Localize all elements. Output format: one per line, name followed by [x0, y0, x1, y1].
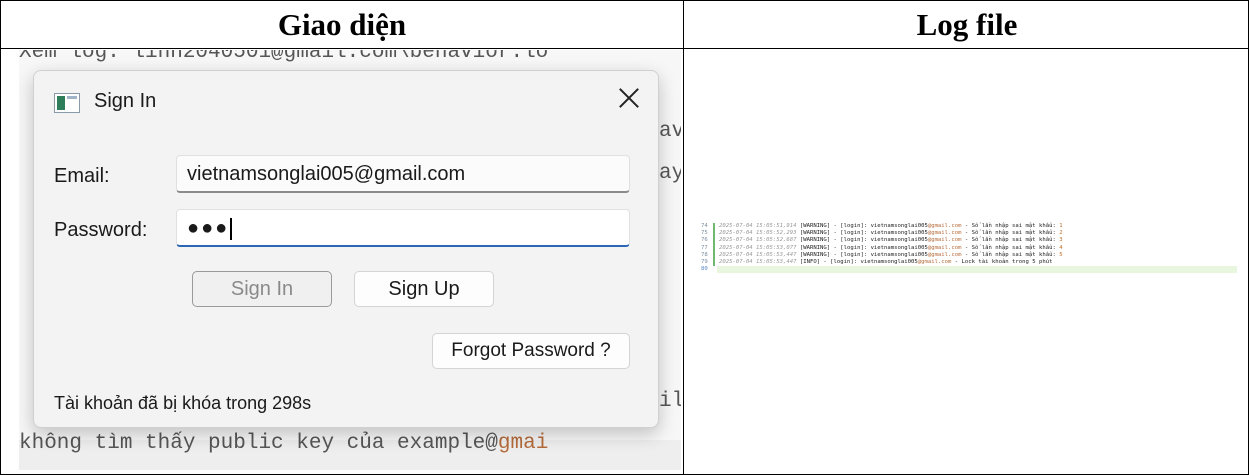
password-label: Password:: [54, 219, 148, 241]
log-line: 79 2025-07-04 15:05:53,447 [INFO] - [logi…: [701, 258, 1236, 267]
log-source: - [login]: vietnamsonglai005: [820, 258, 918, 265]
column-divider: [683, 1, 684, 475]
lock-status-text: Tài khoản đã bị khóa trong 298s: [54, 393, 312, 413]
log-line: 76 2025-07-04 15:05:52,687 [WARNING] - [l…: [701, 237, 1236, 245]
line-number: 77: [701, 244, 708, 251]
log-source: - [login]: vietnamsonglai005: [830, 251, 928, 258]
background-console-line: Xem log: linh2040501@gmail.com\behavior.…: [19, 50, 549, 64]
dialog-title: Sign In: [94, 90, 157, 112]
log-line: 77 2025-07-04 15:05:53,077 [WARNING] - [l…: [701, 244, 1236, 252]
email-value: vietnamsonglai005@gmail.com: [187, 163, 466, 185]
background-fragment: av: [659, 120, 681, 143]
document-table: Giao diện Log file Xem log: linh2040501@…: [0, 0, 1249, 475]
log-timestamp: 2025-07-04 15:05:51,914: [719, 223, 797, 229]
log-timestamp: 2025-07-04 15:05:53,447: [719, 251, 797, 258]
log-count: 4: [1059, 244, 1063, 251]
sign-in-button[interactable]: Sign In: [192, 271, 332, 307]
log-message: - Số lần nhập sai mật khẩu:: [961, 244, 1060, 251]
log-level: [WARNING]: [799, 244, 831, 251]
line-number: 75: [701, 230, 708, 237]
line-number: 80: [701, 266, 708, 273]
log-count: 3: [1059, 237, 1063, 244]
log-source: - [login]: vietnamsonglai005: [830, 230, 928, 237]
background-console-line: không tìm thấy public key của example@gm…: [19, 432, 548, 455]
log-count: 5: [1059, 251, 1063, 258]
log-level: [WARNING]: [799, 237, 831, 244]
email-label: Email:: [54, 165, 110, 187]
log-file-view: 74 2025-07-04 15:05:51,914 [WARNING] - [l…: [701, 223, 1237, 274]
app-window-icon: [54, 93, 80, 113]
dialog-titlebar[interactable]: Sign In: [34, 71, 658, 135]
sign-in-dialog: Sign In Email: vietnamsonglai005@gmail.c…: [33, 70, 659, 428]
log-count: 2: [1059, 230, 1063, 237]
log-timestamp: 2025-07-04 15:05:53,447: [719, 258, 797, 265]
log-line: 78 2025-07-04 15:05:53,447 [WARNING] - [l…: [701, 251, 1236, 259]
log-level: [WARNING]: [799, 223, 831, 229]
email-field[interactable]: vietnamsonglai005@gmail.com: [176, 155, 630, 193]
log-count: 1: [1059, 223, 1063, 229]
log-message: - Số lần nhập sai mật khẩu:: [961, 230, 1060, 237]
line-number: 76: [701, 237, 708, 244]
log-level: [INFO]: [799, 258, 821, 265]
table-header-row: Giao diện Log file: [1, 1, 1249, 49]
log-timestamp: 2025-07-04 15:05:52,687: [719, 237, 797, 244]
log-level: [WARNING]: [799, 251, 831, 258]
background-text: không tìm thấy public key của example@: [19, 432, 498, 455]
log-source: - [login]: vietnamsonglai005: [830, 223, 928, 229]
log-mail: @gmail.com: [917, 258, 952, 265]
log-message: - Số lần nhập sai mật khẩu:: [961, 251, 1060, 258]
log-mail: @gmail.com: [927, 223, 962, 229]
line-number: 79: [701, 258, 708, 265]
log-mail: @gmail.com: [927, 237, 962, 244]
password-value: ●●●: [187, 217, 230, 239]
background-text-tail: gmai: [497, 432, 549, 455]
text-caret: [230, 217, 233, 240]
line-number: 74: [701, 223, 708, 229]
log-source: - [login]: vietnamsonglai005: [830, 237, 928, 244]
log-timestamp: 2025-07-04 15:05:52,293: [719, 230, 797, 237]
log-level: [WARNING]: [799, 230, 831, 237]
forgot-password-button[interactable]: Forgot Password ?: [432, 333, 630, 369]
log-mail: @gmail.com: [927, 230, 962, 237]
log-line-empty: 80: [701, 266, 1237, 274]
log-timestamp: 2025-07-04 15:05:53,077: [719, 244, 797, 251]
header-giao-dien: Giao diện: [277, 7, 407, 42]
line-number: 78: [701, 251, 708, 258]
ui-screenshot: Xem log: linh2040501@gmail.com\behavior.…: [19, 50, 681, 470]
log-mail: @gmail.com: [927, 244, 962, 251]
close-icon[interactable]: [616, 85, 642, 111]
header-log-file: Log file: [916, 7, 1018, 42]
password-field[interactable]: ●●●: [176, 209, 630, 247]
log-mail: @gmail.com: [927, 251, 962, 258]
background-fragment: il: [659, 390, 681, 413]
sign-up-button[interactable]: Sign Up: [354, 271, 494, 307]
log-message: - Lock tài khoản trong 5 phút: [951, 258, 1053, 265]
log-source: - [login]: vietnamsonglai005: [830, 244, 928, 251]
log-message: - Số lần nhập sai mật khẩu:: [961, 237, 1060, 244]
background-fragment: ay: [659, 162, 681, 185]
log-message: - Số lần nhập sai mật khẩu:: [961, 223, 1060, 229]
